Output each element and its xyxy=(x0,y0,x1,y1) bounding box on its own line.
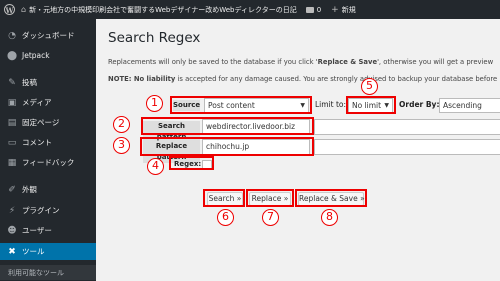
annotation-8-icon: 8 xyxy=(321,209,338,226)
sidebar-item-label: Jetpack xyxy=(22,51,50,60)
sidebar-item-label: ツール xyxy=(22,247,45,256)
submenu-item-available-tools[interactable]: 利用可能なツール xyxy=(0,265,96,280)
replace-highlight xyxy=(140,137,314,156)
user-icon: ☻ xyxy=(7,225,17,236)
note-text: NOTE: No liability is accepted for any d… xyxy=(108,75,498,83)
sidebar-item-label: ダッシュボード xyxy=(22,31,75,40)
source-highlight xyxy=(170,96,312,114)
page-icon: ▤ xyxy=(7,117,17,128)
tools-icon: ✖ xyxy=(8,246,16,257)
page-title: Search Regex xyxy=(108,30,201,46)
submenu-item-label: 利用可能なツール xyxy=(8,268,64,277)
media-icon: ▣ xyxy=(7,97,17,108)
new-content-link[interactable]: + 新規 xyxy=(331,5,356,15)
sidebar-item-label: メディア xyxy=(22,98,52,107)
sidebar-item-label: 外観 xyxy=(22,185,37,194)
appearance-icon: ✐ xyxy=(8,184,16,195)
sidebar-item-tools[interactable]: ✖ ツール xyxy=(0,243,96,260)
limit-label: Limit to: xyxy=(315,100,347,109)
admin-bar: W ⌂ 新・元地方の中規模印刷会社で奮闘するWebデザイナー改めWebディレクタ… xyxy=(0,0,500,19)
order-label: Order By: xyxy=(399,100,440,109)
annotation-5-icon: 5 xyxy=(361,78,378,95)
sidebar-item-users[interactable]: ☻ ユーザー xyxy=(0,222,96,239)
limit-highlight xyxy=(346,96,396,114)
annotation-3-icon: 3 xyxy=(113,137,130,154)
sidebar-item-label: ユーザー xyxy=(22,226,52,235)
sidebar-item-label: コメント xyxy=(22,138,52,147)
new-label: 新規 xyxy=(341,5,356,14)
sidebar-item-label: フィードバック xyxy=(22,158,75,167)
regex-highlight xyxy=(169,156,214,170)
plus-icon: + xyxy=(331,4,339,15)
wordpress-logo-button[interactable]: W xyxy=(0,0,19,19)
wordpress-logo-icon: W xyxy=(4,4,15,15)
annotation-7-icon: 7 xyxy=(262,209,279,226)
intro-text: Replacements will only be saved to the d… xyxy=(108,58,494,66)
sidebar-item-media[interactable]: ▣ メディア xyxy=(0,94,96,111)
search-pattern-input-extended[interactable] xyxy=(314,119,500,135)
replace-button-highlight xyxy=(246,189,294,207)
search-button-highlight xyxy=(203,189,245,207)
plugin-icon: ⚡ xyxy=(8,205,16,216)
annotation-2-icon: 2 xyxy=(113,116,130,133)
sidebar-item-feedback[interactable]: ▦ フィードバック xyxy=(0,154,96,171)
sidebar-item-label: 投稿 xyxy=(22,78,37,87)
replace-save-highlight xyxy=(295,189,367,207)
sidebar-item-comments[interactable]: ▭ コメント xyxy=(0,134,96,151)
feedback-icon: ▦ xyxy=(7,157,17,168)
sidebar-item-pages[interactable]: ▤ 固定ページ xyxy=(0,114,96,131)
comments-link[interactable]: 0 xyxy=(305,5,322,14)
pin-icon: ✎ xyxy=(8,77,16,88)
site-name: 新・元地方の中規模印刷会社で奮闘するWebデザイナー改めWebディレクターの日記 xyxy=(29,5,297,14)
sidebar-item-label: プラグイン xyxy=(22,206,60,215)
home-icon: ⌂ xyxy=(21,5,27,14)
sidebar-item-posts[interactable]: ✎ 投稿 xyxy=(0,74,96,91)
sidebar-item-appearance[interactable]: ✐ 外観 xyxy=(0,181,96,198)
sidebar-item-jetpack[interactable]: ⬤ Jetpack xyxy=(0,47,96,64)
comment-icon: ▭ xyxy=(7,137,17,148)
annotation-4-icon: 4 xyxy=(147,158,164,175)
annotation-1-icon: 1 xyxy=(146,95,163,112)
search-highlight xyxy=(141,117,314,135)
site-name-link[interactable]: ⌂ 新・元地方の中規模印刷会社で奮闘するWebデザイナー改めWebディレクターの… xyxy=(21,5,297,15)
comment-icon xyxy=(305,6,314,13)
replace-pattern-input-extended[interactable] xyxy=(314,139,500,155)
sidebar-item-dashboard[interactable]: ◔ ダッシュボード xyxy=(0,27,96,44)
sidebar-item-label: 固定ページ xyxy=(22,118,60,127)
order-select[interactable]: Ascending xyxy=(439,98,500,113)
sidebar-item-plugins[interactable]: ⚡ プラグイン xyxy=(0,202,96,219)
jetpack-icon: ⬤ xyxy=(6,50,18,61)
annotation-6-icon: 6 xyxy=(217,209,234,226)
dashboard-icon: ◔ xyxy=(8,30,16,41)
admin-sidebar: ◔ ダッシュボード ⬤ Jetpack ✎ 投稿 ▣ メディア ▤ 固定ページ … xyxy=(0,19,96,281)
comments-count: 0 xyxy=(316,5,322,14)
